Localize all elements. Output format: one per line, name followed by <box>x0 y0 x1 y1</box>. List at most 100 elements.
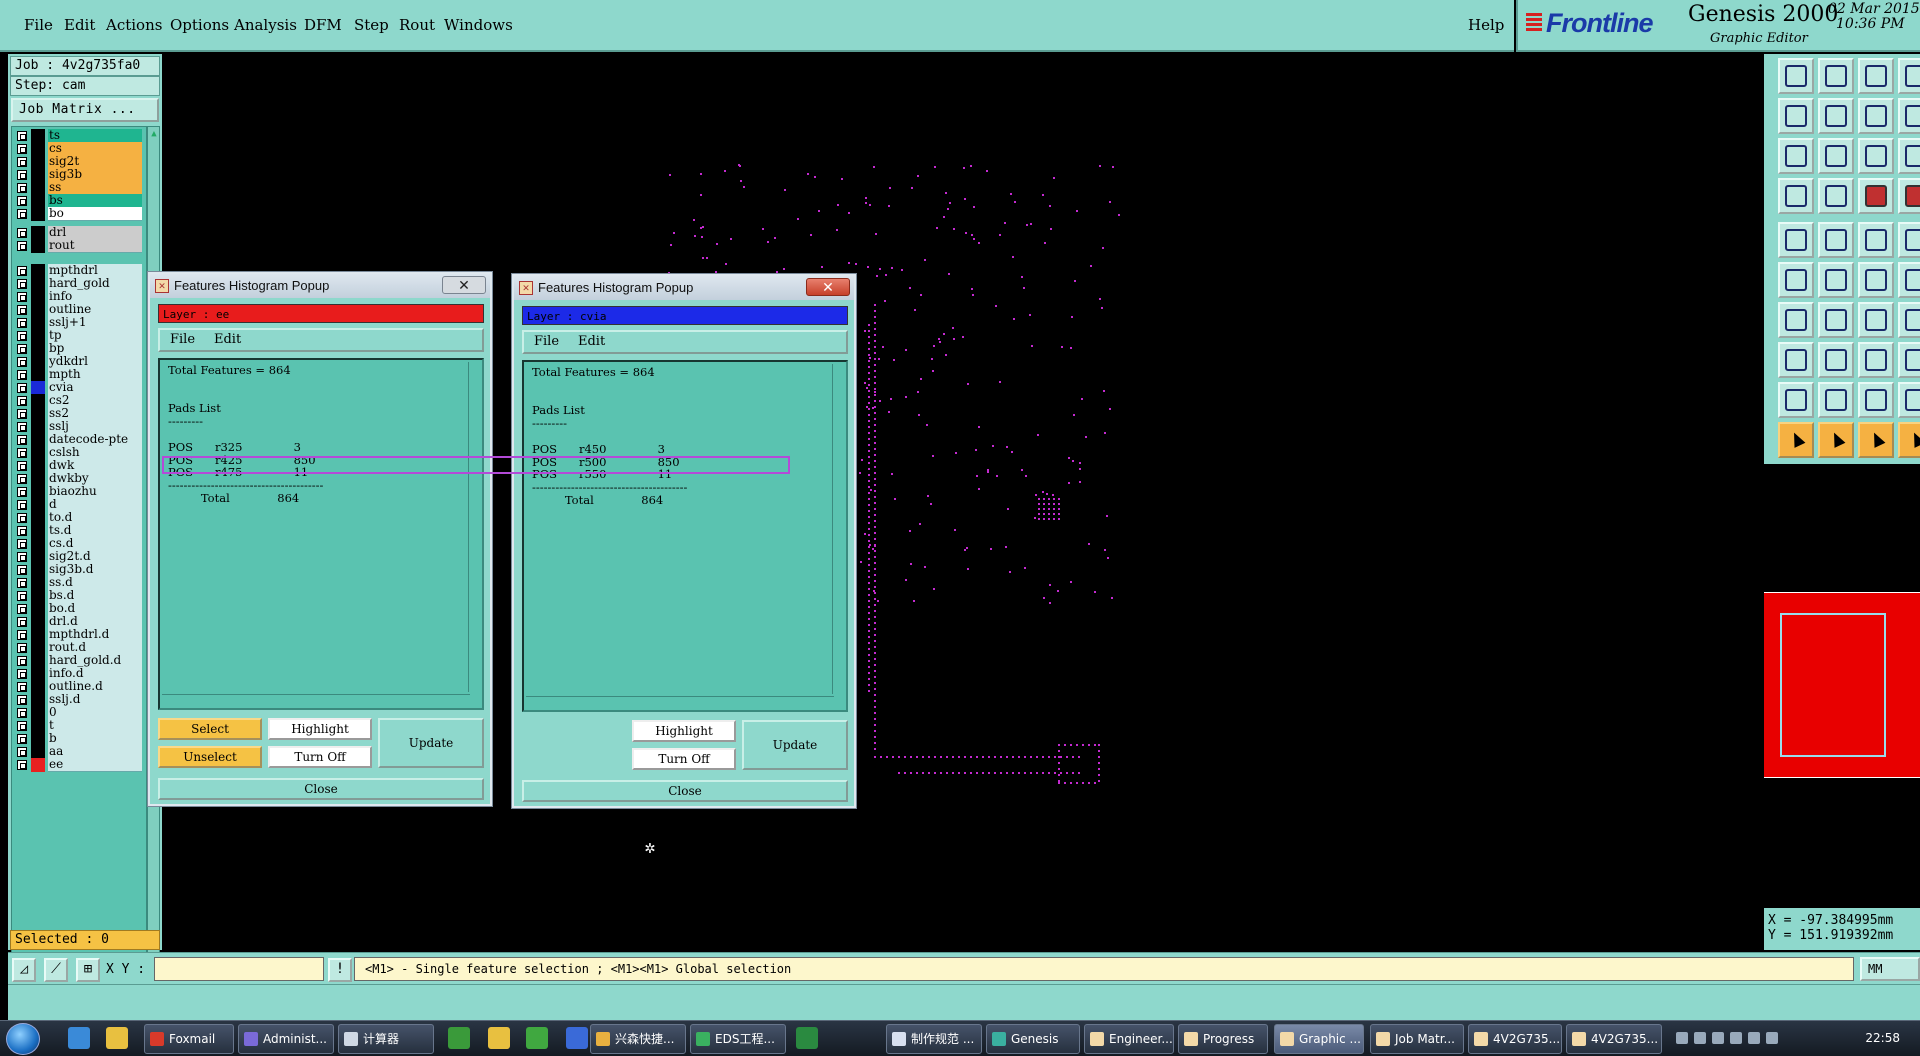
layer-name[interactable]: mpthdrl.d <box>48 628 142 642</box>
shape-add-icon[interactable] <box>1818 222 1854 258</box>
layer-checkbox[interactable] <box>17 656 27 666</box>
layer-color-swatch[interactable] <box>31 537 45 551</box>
layer-name[interactable]: t <box>48 719 142 733</box>
info-icon[interactable]: ! <box>328 958 352 982</box>
layer-color-swatch[interactable] <box>31 667 45 681</box>
layer-name[interactable]: to.d <box>48 511 142 525</box>
layer-color-swatch[interactable] <box>31 745 45 759</box>
taskbar-task[interactable]: Genesis <box>986 1024 1080 1054</box>
layer-row-b[interactable]: b <box>12 732 142 746</box>
layer-row-to.d[interactable]: to.d <box>12 511 142 525</box>
layer-row-bp[interactable]: bp <box>12 342 142 356</box>
job-matrix-button[interactable]: Job Matrix ... <box>11 98 159 122</box>
taskbar-task[interactable]: 制作规范 ... <box>886 1024 982 1054</box>
layer-name[interactable]: ee <box>48 758 142 772</box>
layer-row-ydkdrl[interactable]: ydkdrl <box>12 355 142 369</box>
update-button[interactable]: Update <box>742 720 848 770</box>
layer-row-hard_gold[interactable]: hard_gold <box>12 277 142 291</box>
layer-color-swatch[interactable] <box>31 563 45 577</box>
layer-row-sslj.d[interactable]: sslj.d <box>12 693 142 707</box>
layer-name[interactable]: ss.d <box>48 576 142 590</box>
layer-row-tp[interactable]: tp <box>12 329 142 343</box>
layer-color-swatch[interactable] <box>31 129 45 143</box>
layer-row-sig2t[interactable]: sig2t <box>12 155 142 169</box>
unselect-button[interactable]: Unselect <box>158 746 262 768</box>
layer-name[interactable]: sslj+1 <box>48 316 142 330</box>
app-icon-5[interactable] <box>796 1027 818 1049</box>
layer-color-swatch[interactable] <box>31 706 45 720</box>
layer-color-swatch[interactable] <box>31 589 45 603</box>
layer-row-bo[interactable]: bo <box>12 207 142 221</box>
layer-checkbox[interactable] <box>17 747 27 757</box>
layer-row-cs[interactable]: cs <box>12 142 142 156</box>
layer-row-info[interactable]: info <box>12 290 142 304</box>
layer-row-bo.d[interactable]: bo.d <box>12 602 142 616</box>
close-button[interactable]: Close <box>522 780 848 802</box>
layer-name[interactable]: aa <box>48 745 142 759</box>
help-icon[interactable] <box>1898 138 1920 174</box>
layer-name[interactable]: cs <box>48 142 142 156</box>
layer-name[interactable]: d <box>48 498 142 512</box>
layer-checkbox[interactable] <box>17 266 27 276</box>
layer-checkbox[interactable] <box>17 669 27 679</box>
layer-checkbox[interactable] <box>17 617 27 627</box>
layer-row-sig3b[interactable]: sig3b <box>12 168 142 182</box>
taskbar-task[interactable]: 计算器 <box>338 1024 434 1054</box>
layer-name[interactable]: cslsh <box>48 446 142 460</box>
layer-checkbox[interactable] <box>17 500 27 510</box>
layer-row-ee[interactable]: ee <box>12 758 142 772</box>
layer-color-swatch[interactable] <box>31 641 45 655</box>
layer-checkbox[interactable] <box>17 144 27 154</box>
layer-color-swatch[interactable] <box>31 758 45 772</box>
text-add-icon[interactable] <box>1858 222 1894 258</box>
layer-checkbox[interactable] <box>17 591 27 601</box>
select-button[interactable]: Select <box>158 718 262 740</box>
highlight-button[interactable]: Highlight <box>632 720 736 742</box>
layer-checkbox[interactable] <box>17 422 27 432</box>
taskbar-task[interactable]: Foxmail <box>144 1024 234 1054</box>
layer-color-swatch[interactable] <box>31 524 45 538</box>
scroll-up-icon[interactable]: ▲ <box>149 128 159 140</box>
layer-color-swatch[interactable] <box>31 277 45 291</box>
connect-icon[interactable] <box>1858 262 1894 298</box>
layer-checkbox[interactable] <box>17 318 27 328</box>
layer-row-bs.d[interactable]: bs.d <box>12 589 142 603</box>
layer-row-sslj[interactable]: sslj <box>12 420 142 434</box>
layer-checkbox[interactable] <box>17 357 27 367</box>
layer-name[interactable]: rout.d <box>48 641 142 655</box>
layer-color-swatch[interactable] <box>31 472 45 486</box>
layer-name[interactable]: sslj.d <box>48 693 142 707</box>
pan-left-icon[interactable] <box>1778 98 1814 134</box>
layer-color-swatch[interactable] <box>31 732 45 746</box>
zoom-back-icon[interactable] <box>1858 98 1894 134</box>
layer-row-outline[interactable]: outline <box>12 303 142 317</box>
layer-color-swatch[interactable] <box>31 511 45 525</box>
menu-actions[interactable]: Actions <box>106 16 162 34</box>
layer-checkbox[interactable] <box>17 643 27 653</box>
layer-color-swatch[interactable] <box>31 239 45 253</box>
menu-windows[interactable]: Windows <box>444 16 513 34</box>
layer-color-swatch[interactable] <box>31 420 45 434</box>
layer-name[interactable]: info.d <box>48 667 142 681</box>
layer-name[interactable]: dwkby <box>48 472 142 486</box>
taskbar-task[interactable]: Job Matr... <box>1370 1024 1464 1054</box>
layer-checkbox[interactable] <box>17 370 27 380</box>
layer-color-swatch[interactable] <box>31 394 45 408</box>
layer-name[interactable]: drl <box>48 226 142 240</box>
layer-color-swatch[interactable] <box>31 433 45 447</box>
grid-icon[interactable]: ⊞ <box>76 958 100 982</box>
pad-add-icon[interactable] <box>1778 222 1814 258</box>
layer-row-mpthdrl[interactable]: mpthdrl <box>12 264 142 278</box>
layer-name[interactable]: hard_gold.d <box>48 654 142 668</box>
layer-name[interactable]: b <box>48 732 142 746</box>
layer-color-swatch[interactable] <box>31 680 45 694</box>
close-window-button[interactable]: ✕ <box>806 278 850 296</box>
layer-name[interactable]: bo <box>48 207 142 221</box>
layer-checkbox[interactable] <box>17 331 27 341</box>
layer-checkbox[interactable] <box>17 344 27 354</box>
tray-flag-icon[interactable] <box>1712 1032 1724 1044</box>
tray-help-icon[interactable] <box>1694 1032 1706 1044</box>
layer-checkbox[interactable] <box>17 409 27 419</box>
node-edit-icon[interactable] <box>1778 262 1814 298</box>
layer-checkbox[interactable] <box>17 526 27 536</box>
